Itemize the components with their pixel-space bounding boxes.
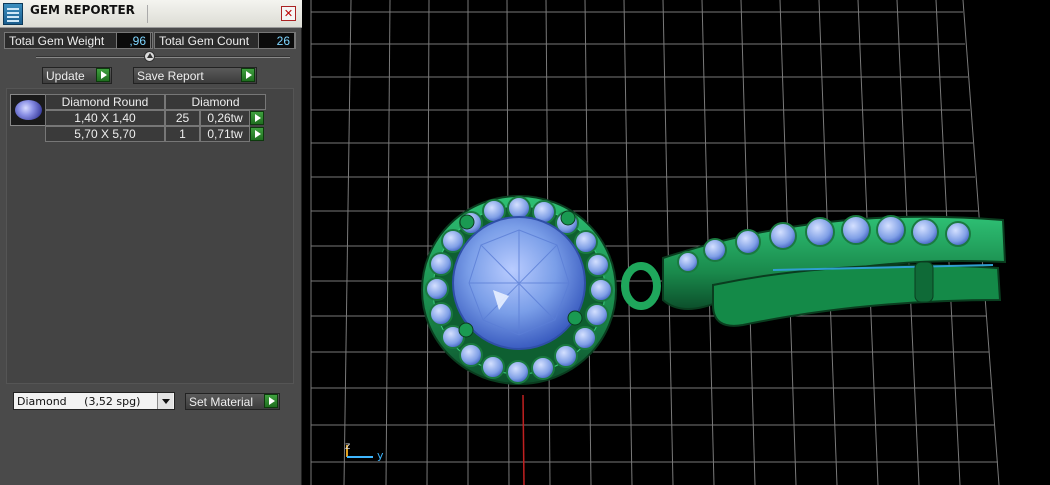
close-icon[interactable]: ✕ <box>281 6 296 21</box>
panel-slider-knob[interactable] <box>144 51 155 62</box>
gem-row-2-count: 1 <box>165 126 200 142</box>
panel-slider-track[interactable] <box>36 56 290 58</box>
jump-ring <box>621 262 661 310</box>
hoop-bail[interactable] <box>662 215 1007 327</box>
gem-row-2-weight: 0,71tw <box>200 126 250 142</box>
panel-titlebar: GEM REPORTER ✕ <box>0 0 302 28</box>
gem-reporter-icon <box>3 3 23 25</box>
diamond-round-thumbnail-icon[interactable] <box>10 94 46 126</box>
title-separator <box>147 5 148 23</box>
viewport-canvas[interactable] <box>303 0 1050 485</box>
gem-row-1-count: 25 <box>165 110 200 126</box>
axis-z-label: z <box>345 441 351 452</box>
total-gem-count-value: 26 <box>258 32 295 49</box>
gem-reporter-panel: GEM REPORTER ✕ Total Gem Weight ,96 Tota… <box>0 0 302 485</box>
red-axis-line <box>522 394 525 485</box>
save-report-play-icon[interactable] <box>241 68 255 82</box>
total-gem-weight-value: ,96 <box>116 32 151 49</box>
halo-pendant[interactable] <box>421 195 617 385</box>
3d-viewport[interactable]: z y <box>303 0 1050 485</box>
gem-row-2-size: 5,70 X 5,70 <box>45 126 165 142</box>
gem-row-2-select-icon[interactable] <box>250 127 264 141</box>
gem-table-header-shape: Diamond Round <box>45 94 165 110</box>
save-report-button-label: Save Report <box>137 69 204 83</box>
panel-title: GEM REPORTER <box>30 3 135 17</box>
axis-triad <box>346 445 373 458</box>
material-select[interactable]: Diamond (3,52 spg) <box>13 392 175 410</box>
gem-row-1-size: 1,40 X 1,40 <box>45 110 165 126</box>
chevron-down-icon[interactable] <box>157 393 173 409</box>
axis-y-label: y <box>377 449 384 462</box>
save-report-button[interactable]: Save Report <box>133 67 257 84</box>
gem-table-header-material: Diamond <box>165 94 266 110</box>
set-material-play-icon[interactable] <box>264 394 278 408</box>
gem-row-1-select-icon[interactable] <box>250 111 264 125</box>
update-button-label: Update <box>46 69 85 83</box>
set-material-button-label: Set Material <box>189 395 254 409</box>
gem-row-1-weight: 0,26tw <box>200 110 250 126</box>
update-play-icon[interactable] <box>96 68 110 82</box>
